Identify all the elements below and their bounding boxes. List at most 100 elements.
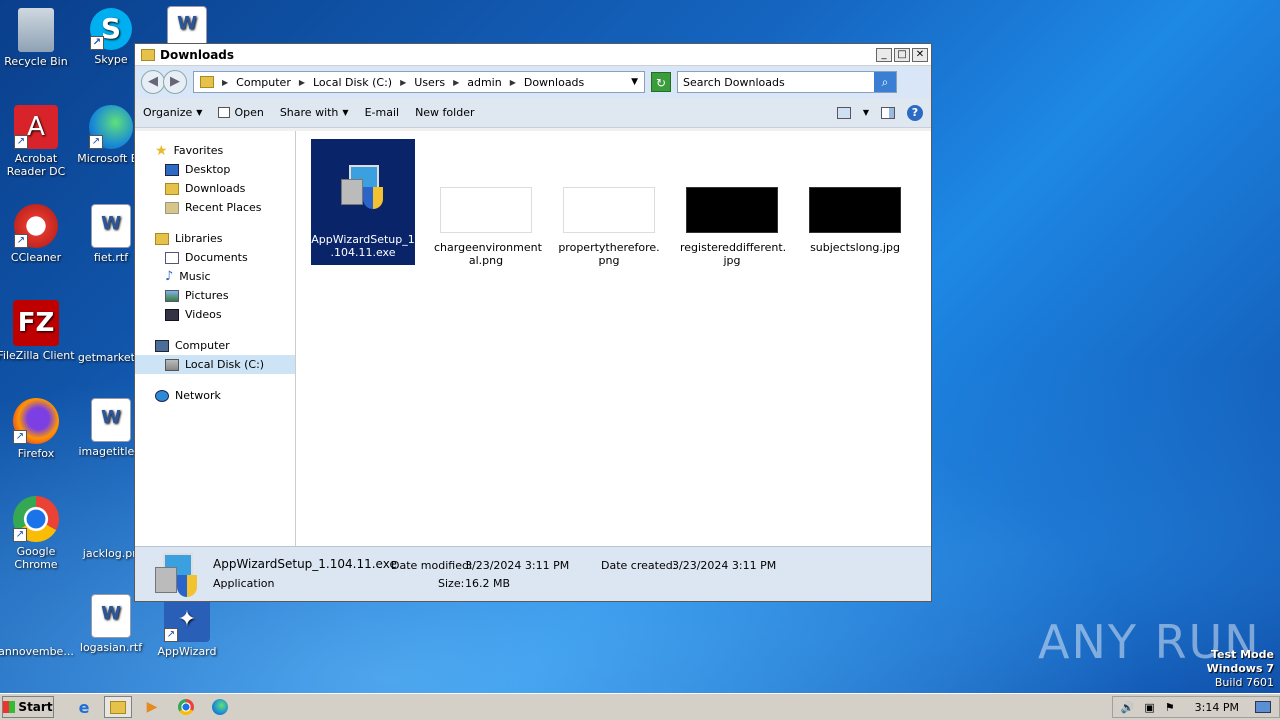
videos-icon: [165, 308, 179, 321]
details-date-created-label: Date created:: [601, 559, 677, 572]
build-label: Build 7601: [1214, 676, 1274, 689]
nav-pictures[interactable]: Pictures: [135, 286, 295, 305]
file-item[interactable]: subjectslong.jpg: [803, 139, 907, 254]
new-folder-button[interactable]: New folder: [415, 106, 474, 119]
network-icon: [155, 389, 169, 402]
open-label: Open: [234, 106, 264, 119]
file-item[interactable]: registereddifferent. jpg: [680, 139, 786, 267]
desktop-icon-annovembe[interactable]: annovembe...: [0, 594, 76, 658]
address-bar[interactable]: ▶ Computer ▶ Local Disk (C:) ▶ Users ▶ a…: [193, 71, 645, 93]
nav-videos[interactable]: Videos: [135, 305, 295, 324]
nav-label: Documents: [185, 251, 248, 264]
recent-places-icon: [165, 201, 179, 214]
details-date-modified: 3/23/2024 3:11 PM: [465, 559, 570, 572]
file-item[interactable]: chargeenvironment al.png: [434, 139, 542, 267]
forward-button[interactable]: ▶: [163, 70, 187, 94]
image-thumbnail: [440, 187, 532, 233]
desktop-icon-firefox[interactable]: ↗ Firefox: [0, 398, 76, 460]
volume-icon[interactable]: 🔊: [1121, 701, 1135, 714]
file-item[interactable]: propertytherefore. png: [557, 139, 661, 267]
nav-local-disk[interactable]: Local Disk (C:): [135, 355, 295, 374]
chevron-right-icon: ▶: [222, 77, 229, 87]
taskbar-media-player[interactable]: ▶: [138, 696, 166, 718]
new-folder-label: New folder: [415, 106, 475, 119]
taskbar-chrome[interactable]: [172, 696, 200, 718]
breadcrumb-computer[interactable]: Computer: [236, 76, 291, 89]
minimize-button[interactable]: _: [876, 47, 892, 62]
nav-network[interactable]: Network: [135, 386, 295, 405]
refresh-button[interactable]: ↻: [651, 72, 671, 92]
share-with-button[interactable]: Share with ▼: [280, 106, 349, 119]
details-file-name: AppWizardSetup_1.104.11.exe: [213, 557, 397, 571]
desktop-icon-label: Acrobat Reader DC: [6, 152, 66, 178]
breadcrumb-users[interactable]: Users: [414, 76, 445, 89]
chrome-icon: [178, 699, 194, 715]
close-button[interactable]: ✕: [912, 47, 928, 62]
chevron-down-icon[interactable]: ▼: [863, 108, 869, 117]
preview-pane-icon[interactable]: [881, 106, 895, 119]
nav-music[interactable]: ♪ Music: [135, 267, 295, 286]
nav-documents[interactable]: Documents: [135, 248, 295, 267]
installer-icon: [341, 165, 385, 209]
desktop-icon-acrobat[interactable]: A ↗ Acrobat Reader DC: [0, 105, 76, 178]
search-input[interactable]: Search Downloads ⌕: [677, 71, 897, 93]
network-tray-icon[interactable]: ▣: [1144, 701, 1154, 714]
nav-libraries[interactable]: Libraries: [135, 229, 295, 248]
desktop-icon-filezilla[interactable]: FZ FileZilla Client: [0, 300, 76, 362]
nav-computer[interactable]: Computer: [135, 336, 295, 355]
open-button[interactable]: Open: [218, 106, 264, 119]
test-mode-label: Test Mode: [1211, 648, 1274, 661]
organize-button[interactable]: Organize ▼: [143, 106, 202, 119]
computer-icon: [155, 339, 169, 352]
nav-downloads[interactable]: Downloads: [135, 179, 295, 198]
command-bar: Organize ▼ Open Share with ▼ E-mail New …: [135, 98, 931, 128]
desktop-icon-chrome[interactable]: ↗ Google Chrome: [0, 496, 76, 571]
email-button[interactable]: E-mail: [365, 106, 400, 119]
breadcrumb-downloads[interactable]: Downloads: [524, 76, 584, 89]
back-button[interactable]: ◀: [141, 70, 165, 94]
title-bar[interactable]: Downloads _ □ ✕: [135, 44, 931, 66]
file-item[interactable]: AppWizardSetup_1 .104.11.exe: [311, 139, 415, 265]
taskbar-ie[interactable]: e: [70, 696, 98, 718]
start-label: Start: [18, 700, 53, 714]
file-name-line: AppWizardSetup_1: [311, 233, 415, 246]
nav-recent-places[interactable]: Recent Places: [135, 198, 295, 217]
search-icon[interactable]: ⌕: [874, 72, 896, 92]
action-center-flag-icon[interactable]: ⚑: [1165, 701, 1175, 714]
start-button[interactable]: Start: [2, 696, 54, 718]
address-bar-row: ◀ ▶ ▶ Computer ▶ Local Disk (C:) ▶ Users…: [135, 66, 931, 98]
nav-label: Network: [175, 389, 221, 402]
explorer-window: Downloads _ □ ✕ ◀ ▶ ▶ Computer ▶ Local D…: [134, 43, 932, 602]
desktop-icon-recycle-bin[interactable]: Recycle Bin: [0, 8, 76, 68]
test-mode-notice: Test Mode Windows 7 Build 7601: [1207, 648, 1274, 690]
nav-desktop[interactable]: Desktop: [135, 160, 295, 179]
maximize-button[interactable]: □: [894, 47, 910, 62]
chevron-down-icon[interactable]: ▼: [631, 77, 638, 87]
desktop-icon-ccleaner[interactable]: ↗ CCleaner: [0, 204, 76, 264]
image-thumbnail: [563, 187, 655, 233]
change-view-icon[interactable]: [836, 106, 851, 119]
email-label: E-mail: [364, 106, 400, 119]
details-date-modified-label: Date modified:: [391, 559, 473, 572]
blank-file-icon: [12, 594, 60, 642]
word-document-icon: W: [91, 398, 131, 442]
explorer-body: ★ Favorites Desktop Downloads Recent Pla…: [135, 131, 931, 546]
breadcrumb-local-disk[interactable]: Local Disk (C:): [313, 76, 392, 89]
firefox-icon: ↗: [13, 398, 59, 444]
nav-favorites[interactable]: ★ Favorites: [135, 141, 295, 160]
show-desktop-icon[interactable]: [1255, 701, 1271, 713]
documents-icon: [165, 251, 179, 264]
desktop-icon-logasian[interactable]: W logasian.rtf: [71, 594, 151, 654]
details-file-type: Application: [213, 577, 275, 590]
taskbar-explorer[interactable]: [104, 696, 132, 718]
taskbar-edge[interactable]: [206, 696, 234, 718]
open-icon: [218, 107, 231, 118]
chevron-down-icon: ▼: [342, 108, 349, 117]
pictures-icon: [165, 289, 179, 302]
help-icon[interactable]: ?: [907, 104, 923, 121]
desktop-icon-appwizard[interactable]: ✦ ↗ AppWizard: [147, 598, 227, 658]
blank-file-icon: [87, 496, 135, 544]
breadcrumb-admin[interactable]: admin: [467, 76, 501, 89]
clock[interactable]: 3:14 PM: [1195, 701, 1239, 714]
recycle-bin-icon: [18, 8, 54, 52]
